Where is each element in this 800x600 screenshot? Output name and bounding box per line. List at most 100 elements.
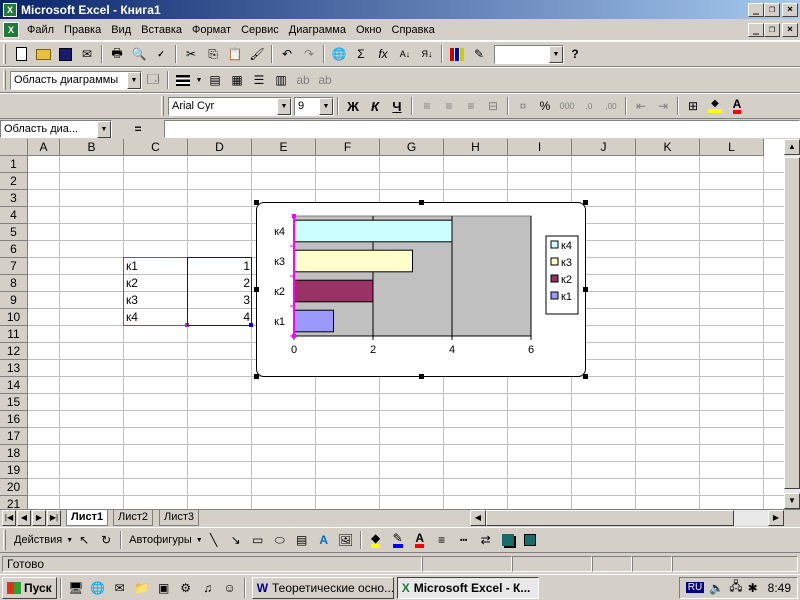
angle-text-down-icon[interactable]: ab [292,69,314,91]
shadow-icon[interactable] [497,529,519,551]
line-style-icon[interactable]: ≡ [431,529,453,551]
doc-close-button[interactable]: × [782,22,798,37]
wordart-icon[interactable]: A [313,529,335,551]
y-axis-handle[interactable] [292,334,296,338]
quicklaunch-outlook-icon[interactable]: ✉ [109,577,131,599]
clock[interactable]: 8:49 [768,581,791,595]
start-button[interactable]: Пуск [2,576,57,599]
angle-text-up-icon[interactable]: ab [314,69,336,91]
quicklaunch-ie-icon[interactable]: 🌐 [87,577,109,599]
row-header[interactable]: 4 [0,207,28,224]
task-word[interactable]: W Теоретические осно... [251,576,394,599]
workbook-icon[interactable]: X [3,21,19,38]
row-header[interactable]: 19 [0,462,28,479]
row-header[interactable]: 20 [0,479,28,496]
column-header[interactable]: L [700,139,764,156]
doc-restore-button[interactable]: ❐ [764,22,780,37]
autoshapes-menu[interactable]: Автофигуры [125,534,196,546]
fill-color-icon[interactable]: ◆ [704,95,726,117]
line-icon[interactable]: ╲ [203,529,225,551]
menu-help[interactable]: Справка [387,21,440,39]
increase-decimal-icon[interactable]: ,0 [578,95,600,117]
copy-icon[interactable]: ⎘ [202,43,224,65]
3d-icon[interactable] [519,529,541,551]
autosum-icon[interactable]: Σ [350,43,372,65]
chart-wizard-icon[interactable] [446,43,468,65]
column-header[interactable]: J [572,139,636,156]
oval-icon[interactable]: ⬭ [269,529,291,551]
line-color-icon[interactable]: ✎ [387,529,409,551]
cell-b8[interactable]: к2 [124,275,188,291]
tray-app-icon[interactable]: ✱ [748,581,758,595]
row-header[interactable]: 21 [0,496,28,509]
new-icon[interactable] [10,43,32,65]
sheet-tab-2[interactable]: Лист2 [113,510,154,526]
row-header[interactable]: 2 [0,173,28,190]
resize-handle-sw[interactable] [254,374,259,379]
scroll-up-button[interactable]: ▲ [784,139,800,155]
quicklaunch-app1-icon[interactable]: ▣ [153,577,175,599]
bar[interactable] [293,249,413,273]
align-right-icon[interactable]: ≡ [460,95,482,117]
actions-dropdown-icon[interactable]: ▼ [66,537,73,544]
toolbar-grip[interactable] [3,44,6,64]
volume-icon[interactable]: 🔈 [709,581,724,595]
quicklaunch-app2-icon[interactable]: ⚙ [175,577,197,599]
select-objects-icon[interactable]: ↖ [73,529,95,551]
quicklaunch-desktop-icon[interactable]: 🖥 [65,577,87,599]
cell-b9[interactable]: к3 [124,292,188,308]
name-box[interactable]: Область диа... ▼ [0,120,112,138]
row-header[interactable]: 14 [0,377,28,394]
redo-icon[interactable]: ↷ [298,43,320,65]
row-header[interactable]: 16 [0,411,28,428]
arrow-style-icon[interactable]: ⇄ [475,529,497,551]
chart-objects-select[interactable]: Область диаграммы ▼ [10,70,142,90]
save-icon[interactable] [54,43,76,65]
quicklaunch-app3-icon[interactable]: ♫ [197,577,219,599]
legend-icon[interactable]: ▤ [204,69,226,91]
horizontal-scrollbar[interactable]: ◀ ▶ [470,510,784,526]
resize-handle-ne[interactable] [583,200,588,205]
borders-icon[interactable]: ⊞ [682,95,704,117]
row-header[interactable]: 15 [0,394,28,411]
sort-descending-icon[interactable]: Я↓ [416,43,438,65]
menu-file[interactable]: Файл [22,21,59,39]
font-name-select[interactable]: Arial Cyr ▼ [168,96,292,116]
resize-handle-s[interactable] [419,374,424,379]
column-header[interactable]: E [252,139,316,156]
formula-input[interactable] [164,120,800,138]
bar[interactable] [293,279,374,303]
by-column-icon[interactable]: ▥ [270,69,292,91]
underline-button[interactable]: Ч [386,95,408,117]
next-sheet-icon[interactable]: ▶ [32,510,46,526]
fill-color-draw-icon[interactable]: ◆ [365,529,387,551]
column-header[interactable]: D [188,139,252,156]
language-indicator[interactable]: RU [685,582,705,593]
format-chart-area-icon[interactable]: 🗔 [142,69,164,91]
free-rotate-icon[interactable]: ↻ [95,529,117,551]
scroll-thumb[interactable] [784,157,800,489]
last-sheet-icon[interactable]: ▶| [47,510,61,526]
column-header[interactable]: K [636,139,700,156]
bold-button[interactable]: Ж [342,95,364,117]
row-header[interactable]: 13 [0,360,28,377]
prev-sheet-icon[interactable]: ◀ [17,510,31,526]
cell-c8[interactable]: 2 [188,275,252,291]
spelling-icon[interactable]: ✓ [150,43,172,65]
decrease-indent-icon[interactable]: ⇤ [630,95,652,117]
row-header[interactable]: 17 [0,428,28,445]
resize-handle-se[interactable] [583,374,588,379]
help-icon[interactable]: ? [564,43,586,65]
zoom-select[interactable]: ▼ [494,44,564,64]
cell-c9[interactable]: 3 [188,292,252,308]
doc-minimize-button[interactable]: _ [748,22,764,37]
row-header[interactable]: 11 [0,326,28,343]
actions-menu[interactable]: Действия [10,534,66,546]
align-left-icon[interactable]: ≡ [416,95,438,117]
resize-handle-e[interactable] [583,287,588,292]
by-row-icon[interactable]: ☰ [248,69,270,91]
function-icon[interactable]: fx [372,43,394,65]
bar[interactable] [293,219,453,243]
menu-format[interactable]: Формат [187,21,236,39]
drawing-icon[interactable]: ✎ [468,43,490,65]
